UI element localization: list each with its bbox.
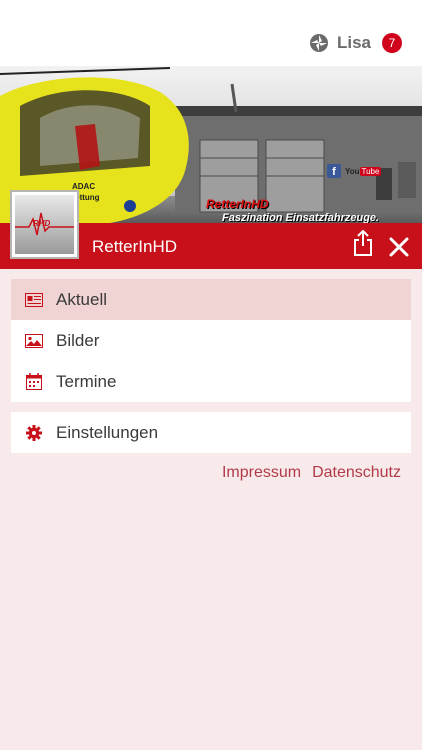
menu-label-bilder: Bilder — [56, 330, 100, 350]
app-logo: RHD — [10, 190, 79, 259]
facebook-icon: f — [327, 164, 341, 178]
menu-label-einstellungen: Einstellungen — [56, 422, 159, 442]
image-icon — [25, 332, 43, 350]
social-badges: f You Tube — [327, 164, 382, 178]
menu-item-aktuell[interactable]: Aktuell — [11, 279, 411, 320]
settings-menu: Einstellungen — [11, 412, 411, 453]
datenschutz-link[interactable]: Datenschutz — [312, 464, 401, 482]
share-icon[interactable] — [353, 230, 373, 256]
main-menu: Aktuell Bilder Termine — [11, 279, 411, 402]
menu-item-bilder[interactable]: Bilder — [11, 320, 411, 361]
menu-item-termine[interactable]: Termine — [11, 361, 411, 402]
impressum-link[interactable]: Impressum — [222, 464, 301, 482]
footer-links: Impressum Datenschutz — [211, 464, 401, 482]
notification-badge[interactable]: 7 — [382, 33, 402, 53]
youtube-icon: You Tube — [345, 166, 382, 176]
banner-title: RetterInHD — [206, 197, 269, 211]
banner-subtitle: Faszination Einsatzfahrzeuge. — [222, 212, 380, 223]
menu-label-aktuell: Aktuell — [56, 289, 108, 309]
youtube-suffix: Tube — [359, 166, 382, 176]
menu-label-termine: Termine — [56, 371, 117, 391]
menu-item-einstellungen[interactable]: Einstellungen — [11, 412, 411, 453]
calendar-icon — [25, 373, 43, 391]
user-name: Lisa — [336, 33, 371, 52]
logo-text: RHD — [33, 219, 51, 228]
top-bar: Lisa 7 — [0, 0, 422, 66]
gear-icon — [25, 424, 43, 442]
community-icon — [309, 34, 328, 52]
youtube-prefix: You — [345, 166, 360, 176]
user-profile[interactable]: Lisa 7 — [309, 33, 402, 53]
close-icon[interactable] — [389, 237, 409, 257]
logo-image: RHD — [15, 195, 74, 254]
newspaper-icon — [25, 291, 43, 309]
app-title: RetterInHD — [92, 237, 178, 256]
